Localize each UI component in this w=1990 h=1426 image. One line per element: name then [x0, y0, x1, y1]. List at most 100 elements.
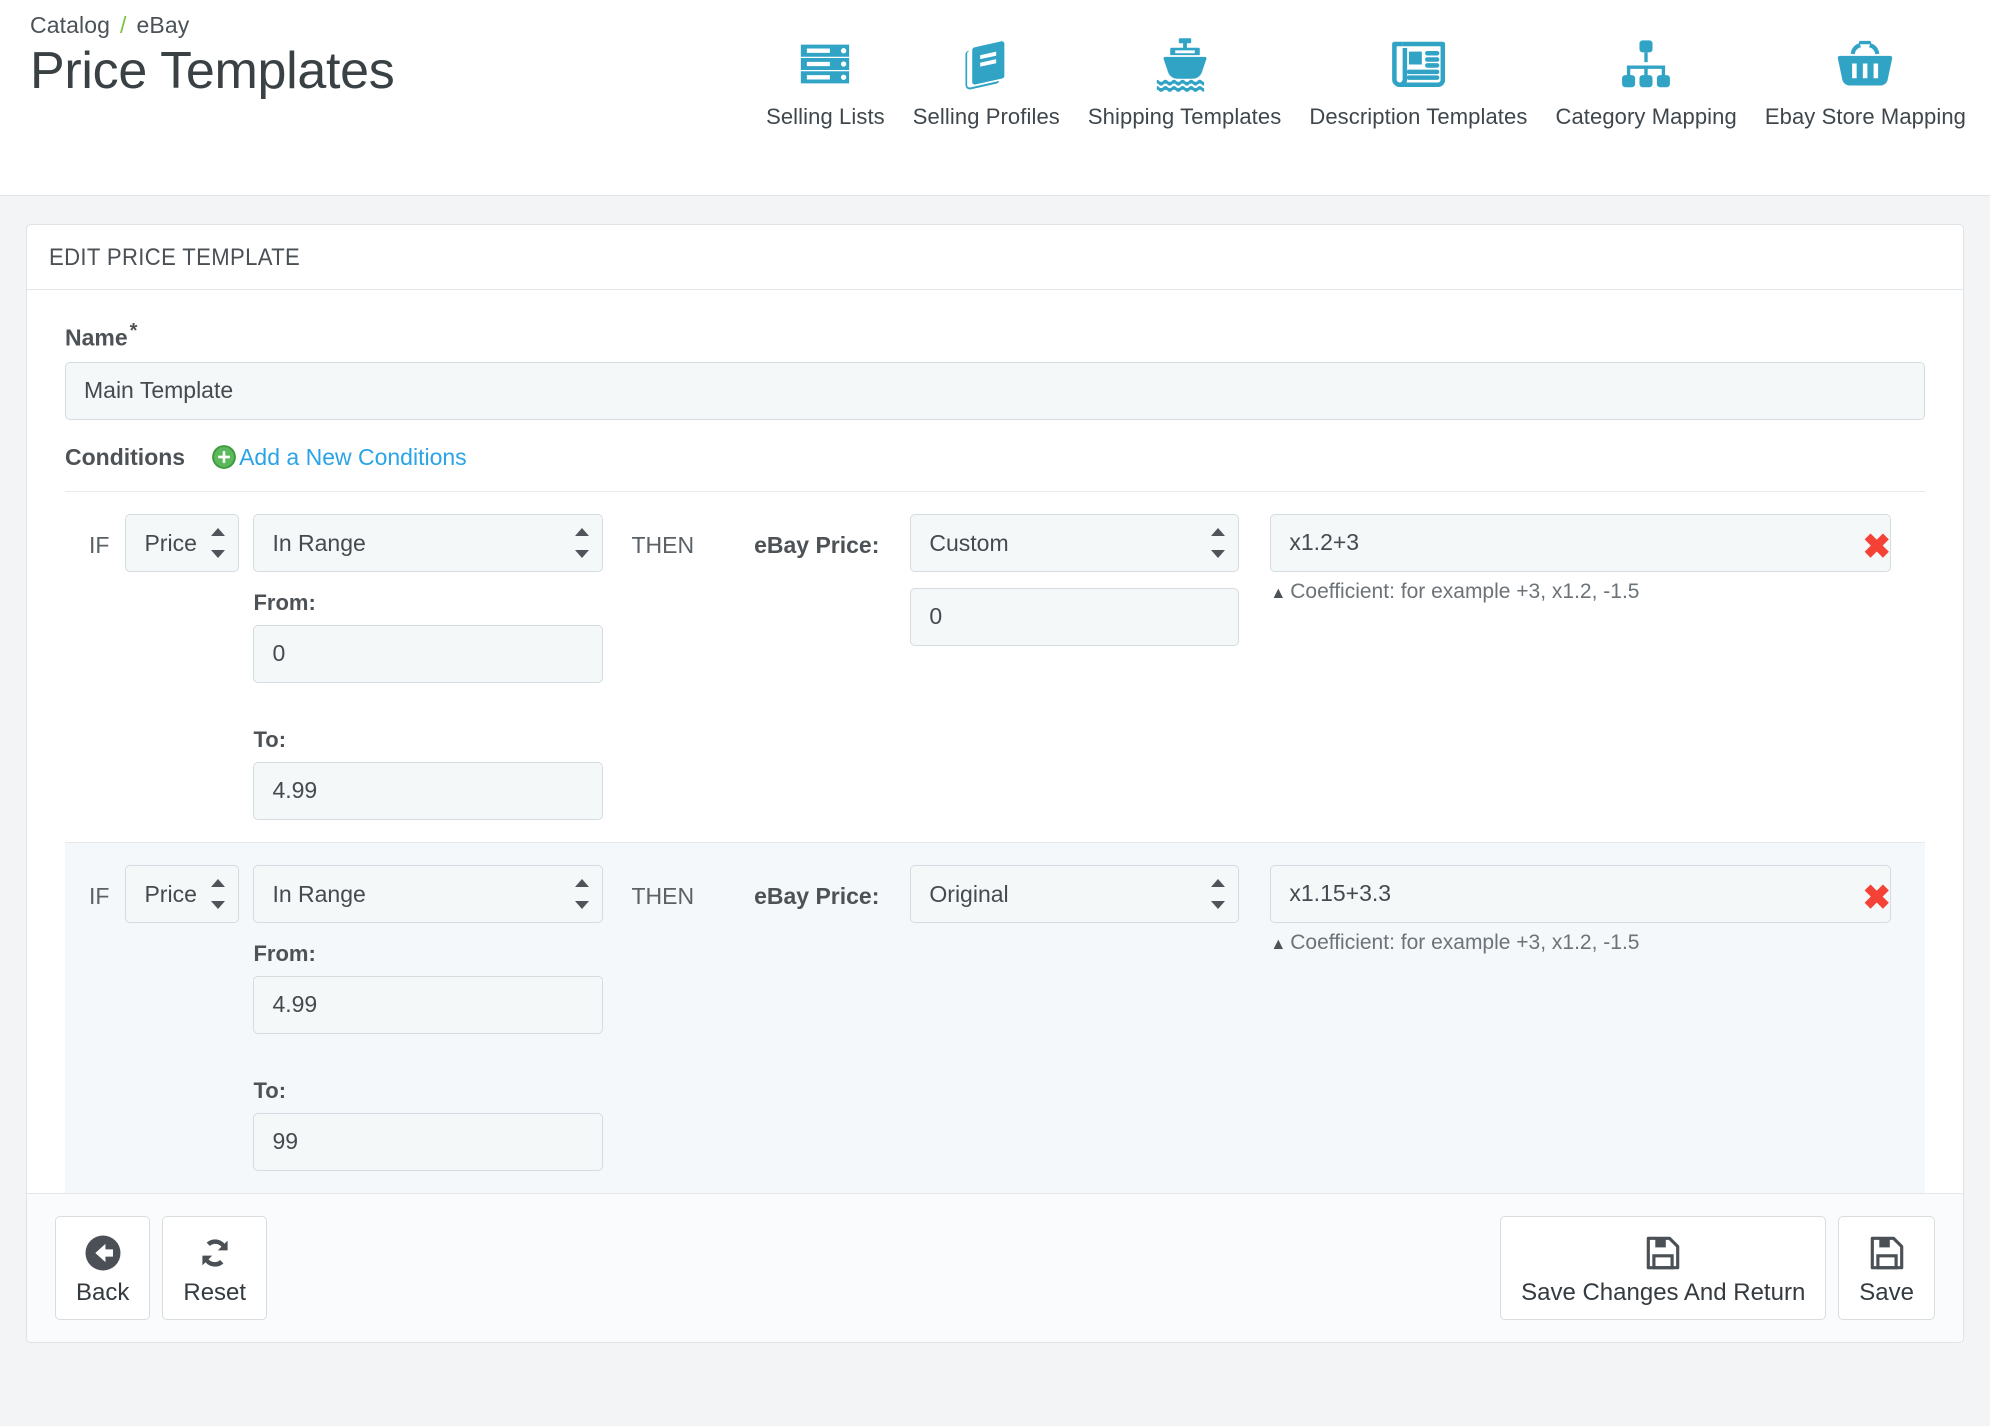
page-body: EDIT PRICE TEMPLATE Name* Conditions — [0, 196, 1990, 1426]
condition-operator-value: In Range — [253, 864, 604, 923]
shopping-basket-icon — [1834, 30, 1896, 98]
reset-button-label: Reset — [183, 1278, 247, 1306]
reset-button[interactable]: Reset — [162, 1215, 268, 1320]
add-new-conditions-label: Add a New Conditions — [239, 443, 467, 470]
then-label: THEN — [631, 882, 695, 909]
nav-label: Shipping Templates — [1087, 104, 1282, 129]
coefficient-hint-text: Coefficient: for example +3, x1.2, -1.5 — [1290, 579, 1640, 603]
nav-item-category-mapping[interactable]: Category Mapping — [1541, 30, 1750, 130]
condition-field-select[interactable]: Price — [125, 513, 240, 572]
condition-field-column: Price — [125, 513, 253, 820]
back-button[interactable]: Back — [55, 1215, 151, 1320]
name-input[interactable] — [65, 361, 1925, 420]
nav-item-shipping-templates[interactable]: Shipping Templates — [1074, 30, 1295, 130]
save-button[interactable]: Save — [1838, 1215, 1935, 1320]
price-mode-value: Original — [910, 864, 1240, 923]
refresh-icon — [194, 1231, 236, 1275]
nav-item-ebay-store-mapping[interactable]: Ebay Store Mapping — [1751, 30, 1980, 130]
condition-field-column: Price — [125, 864, 253, 1171]
caret-up-icon: ▲ — [1270, 584, 1287, 602]
range-to-input[interactable] — [253, 761, 604, 820]
from-label: From: — [253, 589, 316, 615]
plus-circle-icon — [211, 444, 237, 470]
price-mode-extra-input[interactable] — [910, 587, 1240, 646]
back-button-label: Back — [76, 1278, 130, 1306]
price-mode-select[interactable]: Original — [910, 864, 1240, 923]
price-mode-select[interactable]: Custom — [910, 513, 1240, 572]
edit-price-template-panel: EDIT PRICE TEMPLATE Name* Conditions — [26, 224, 1964, 1343]
condition-operator-column: In Range From: To: — [253, 864, 604, 1171]
condition-operator-column: In Range From: To: — [253, 513, 604, 820]
condition-row: IF Price In Range From: To: — [65, 492, 1925, 842]
nav-item-selling-lists[interactable]: Selling Lists — [752, 30, 899, 130]
price-mode-column: Custom — [879, 513, 1240, 820]
required-asterisk: * — [129, 320, 138, 342]
caret-up-icon: ▲ — [1270, 935, 1287, 953]
price-mode-column: Original — [879, 864, 1240, 1171]
footer-right-buttons: Save Changes And Return Save — [1500, 1215, 1935, 1320]
breadcrumb: Catalog / eBay — [30, 12, 394, 39]
condition-operator-value: In Range — [253, 513, 604, 572]
then-label: THEN — [631, 531, 695, 558]
panel-body: Name* Conditions Add a New Conditions — [27, 290, 1963, 1193]
nav-label: Selling Lists — [766, 104, 885, 129]
nav-item-selling-profiles[interactable]: Selling Profiles — [899, 30, 1074, 130]
save-changes-and-return-label: Save Changes And Return — [1521, 1278, 1806, 1306]
condition-field-select[interactable]: Price — [125, 864, 240, 923]
save-changes-and-return-button[interactable]: Save Changes And Return — [1500, 1215, 1827, 1320]
nav-item-description-templates[interactable]: Description Templates — [1295, 30, 1541, 130]
coefficient-input[interactable] — [1270, 513, 1891, 572]
book-icon — [957, 30, 1015, 98]
condition-operator-select[interactable]: In Range — [253, 513, 604, 572]
header-nav: Selling Lists Selling Profiles Shipping … — [394, 0, 1990, 130]
breadcrumb-item-ebay[interactable]: eBay — [136, 12, 189, 38]
nav-label: Selling Profiles — [912, 104, 1060, 129]
conditions-label: Conditions — [65, 443, 186, 470]
nav-label: Ebay Store Mapping — [1764, 104, 1966, 129]
from-label: From: — [253, 940, 316, 966]
range-from-input[interactable] — [253, 975, 604, 1034]
name-label: Name * — [65, 320, 1925, 352]
to-label: To: — [253, 726, 287, 752]
range-from-input[interactable] — [253, 624, 604, 683]
price-mode-value: Custom — [910, 513, 1240, 572]
range-to-input[interactable] — [253, 1112, 604, 1171]
save-button-label: Save — [1859, 1278, 1914, 1306]
back-arrow-circle-icon — [82, 1231, 124, 1275]
coefficient-hint: ▲ Coefficient: for example +3, x1.2, -1.5 — [1270, 931, 1891, 955]
breadcrumb-separator: / — [119, 12, 127, 38]
condition-operator-select[interactable]: In Range — [253, 864, 604, 923]
header-left: Catalog / eBay Price Templates — [0, 0, 395, 99]
page-header: Catalog / eBay Price Templates Selling Lis… — [0, 0, 1990, 196]
coefficient-hint: ▲ Coefficient: for example +3, x1.2, -1.5 — [1270, 580, 1891, 604]
floppy-disk-icon — [1642, 1231, 1684, 1275]
coefficient-hint-text: Coefficient: for example +3, x1.2, -1.5 — [1290, 930, 1640, 954]
if-label: IF — [89, 531, 110, 558]
ebay-price-label: eBay Price: — [754, 531, 880, 558]
panel-footer: Back Reset Save Changes And Return Save — [27, 1192, 1963, 1342]
add-new-conditions-button[interactable]: Add a New Conditions — [211, 444, 467, 471]
ebay-price-label: eBay Price: — [754, 882, 880, 909]
nav-label: Description Templates — [1309, 104, 1528, 129]
sitemap-icon — [1617, 30, 1675, 98]
breadcrumb-item-catalog[interactable]: Catalog — [30, 12, 110, 38]
nav-label: Category Mapping — [1555, 104, 1737, 129]
coefficient-input[interactable] — [1270, 864, 1891, 923]
floppy-disk-icon — [1866, 1231, 1908, 1275]
coefficient-column: ▲Coefficient: for example +3, x1.2, -1.5 — [1239, 864, 1911, 1171]
delete-condition-button[interactable]: ✖ — [1863, 530, 1892, 564]
server-stack-icon — [796, 30, 854, 98]
footer-left-buttons: Back Reset — [55, 1215, 268, 1320]
panel-heading: EDIT PRICE TEMPLATE — [27, 225, 1963, 290]
conditions-row: Conditions Add a New Conditions — [65, 444, 1925, 481]
delete-condition-button[interactable]: ✖ — [1863, 881, 1892, 915]
coefficient-column: ▲Coefficient: for example +3, x1.2, -1.5 — [1239, 513, 1911, 820]
condition-row: IF Price In Range From: To: — [65, 841, 1925, 1193]
ship-icon — [1154, 30, 1216, 98]
newspaper-icon — [1387, 30, 1449, 98]
condition-field-value: Price — [125, 864, 240, 923]
panel-heading-title: EDIT PRICE TEMPLATE — [49, 244, 301, 271]
to-label: To: — [253, 1077, 287, 1103]
